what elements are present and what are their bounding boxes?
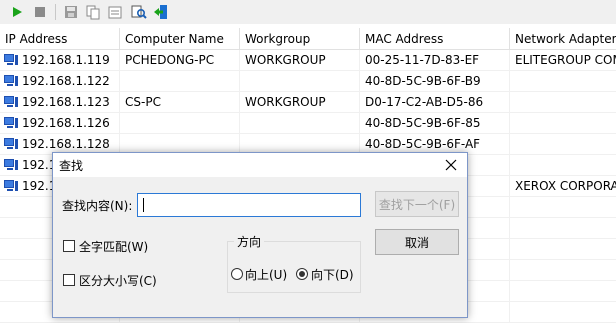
match-case-label[interactable]: 区分大小写(C) [79, 272, 157, 289]
computer-icon [4, 117, 18, 128]
match-whole-word-checkbox[interactable] [63, 240, 75, 252]
column-header-ip[interactable]: IP Address [0, 28, 120, 50]
find-what-label: 查找内容(N): [62, 199, 133, 213]
direction-group-title: 方向 [234, 233, 265, 250]
table-cell-text: CS-PC [125, 95, 161, 109]
table-cell-workgroup [240, 71, 360, 92]
table-cell-ip: 192.168.1.122 [0, 71, 120, 92]
direction-up-radio[interactable] [231, 268, 243, 280]
direction-up-label[interactable]: 向上(U) [245, 266, 287, 283]
table-cell-text: 192.168.1.122 [22, 74, 110, 88]
table-cell-mac: 40-8D-5C-9B-6F-85 [360, 113, 510, 134]
cancel-button[interactable]: 取消 [375, 229, 459, 255]
table-cell-adapter [510, 155, 616, 176]
table-cell-text: ELITEGROUP COM [515, 53, 616, 67]
table-cell-text: 192.168.1.119 [22, 53, 110, 67]
text-caret [143, 198, 144, 212]
table-row[interactable]: 192.168.1.122 40-8D-5C-9B-6F-B9 [0, 71, 616, 92]
table-cell-name [120, 71, 240, 92]
find-icon[interactable] [130, 3, 148, 21]
table-cell-text: 192.168.1.123 [22, 95, 110, 109]
table-cell-ip: 192.168.1.123 [0, 92, 120, 113]
table-row[interactable]: 192.168.1.126 40-8D-5C-9B-6F-85 [0, 113, 616, 134]
table-cell-text: PCHEDONG-PC [125, 53, 215, 67]
table-row[interactable]: 192.168.1.119 PCHEDONG-PC WORKGROUP 00-25-1… [0, 50, 616, 71]
table-cell-adapter [510, 113, 616, 134]
column-header-workgroup[interactable]: Workgroup [240, 28, 360, 50]
play-icon[interactable] [8, 3, 26, 21]
dialog-titlebar[interactable]: 查找 [53, 153, 467, 177]
table-cell-adapter [510, 71, 616, 92]
table-cell-text: 00-25-11-7D-83-EF [365, 53, 480, 67]
save-icon[interactable] [62, 3, 80, 21]
table-cell-ip: 192.168.1.126 [0, 113, 120, 134]
table-cell-text: 40-8D-5C-9B-6F-85 [365, 116, 481, 130]
find-what-input[interactable] [137, 193, 361, 217]
computer-icon [4, 180, 18, 191]
radio-selected-dot [299, 271, 305, 277]
find-dialog: 查找 查找内容(N): 查找下一个(F) 取消 全字匹配(W) 区分大小写(C)… [52, 152, 468, 318]
table-cell-adapter [510, 134, 616, 155]
table-cell-mac: 00-25-11-7D-83-EF [360, 50, 510, 71]
table-cell-name [120, 113, 240, 134]
close-icon[interactable] [441, 155, 461, 175]
dialog-title: 查找 [59, 159, 84, 173]
computer-icon [4, 75, 18, 86]
find-next-button[interactable]: 查找下一个(F) [375, 191, 459, 217]
table-cell-adapter [510, 92, 616, 113]
table-cell-text: WORKGROUP [245, 53, 326, 67]
table-cell-workgroup: WORKGROUP [240, 92, 360, 113]
table-cell-text: XEROX CORPORA [515, 179, 616, 193]
computer-icon [4, 138, 18, 149]
computer-icon [4, 54, 18, 65]
table-cell-mac: 40-8D-5C-9B-6F-B9 [360, 71, 510, 92]
column-header-mac[interactable]: MAC Address [360, 28, 510, 50]
table-cell-mac: D0-17-C2-AB-D5-86 [360, 92, 510, 113]
column-header-network-adapter[interactable]: Network Adapter [510, 28, 616, 50]
table-cell-adapter [510, 197, 616, 218]
computer-icon [4, 96, 18, 107]
table-cell-name: CS-PC [120, 92, 240, 113]
match-whole-word-label[interactable]: 全字匹配(W) [79, 238, 148, 255]
table-cell-text: 40-8D-5C-9B-6F-AF [365, 137, 481, 151]
copy-icon[interactable] [84, 3, 102, 21]
computer-icon [4, 159, 18, 170]
table-cell-adapter [510, 260, 616, 281]
table-cell-workgroup [240, 113, 360, 134]
stop-icon[interactable] [31, 3, 49, 21]
table-row[interactable]: 192.168.1.123 CS-PC WORKGROUP D0-17-C2-AB-D… [0, 92, 616, 113]
direction-down-radio[interactable] [296, 268, 308, 280]
table-cell-adapter [510, 239, 616, 260]
table-cell-ip: 192.168.1.119 [0, 50, 120, 71]
match-case-checkbox[interactable] [63, 274, 75, 286]
column-header-computer-name[interactable]: Computer Name [120, 28, 240, 50]
table-cell-workgroup: WORKGROUP [240, 50, 360, 71]
table-cell-adapter [510, 281, 616, 302]
table-cell-text: D0-17-C2-AB-D5-86 [365, 95, 484, 109]
properties-icon[interactable] [106, 3, 124, 21]
toolbar [0, 0, 616, 24]
direction-group: 方向 向上(U) 向下(D) [227, 233, 361, 293]
table-cell-adapter: XEROX CORPORA [510, 176, 616, 197]
table-cell-text: 192.168.1.126 [22, 116, 110, 130]
table-cell-text: WORKGROUP [245, 95, 326, 109]
table-cell-text: 192.168.1.128 [22, 137, 110, 151]
table-cell-name: PCHEDONG-PC [120, 50, 240, 71]
table-cell-adapter [510, 302, 616, 323]
table-cell-adapter [510, 218, 616, 239]
toolbar-separator [55, 4, 56, 20]
exit-icon[interactable] [152, 3, 170, 21]
direction-down-label[interactable]: 向下(D) [311, 266, 354, 283]
table-cell-text: 40-8D-5C-9B-6F-B9 [365, 74, 481, 88]
table-cell-adapter: ELITEGROUP COM [510, 50, 616, 71]
